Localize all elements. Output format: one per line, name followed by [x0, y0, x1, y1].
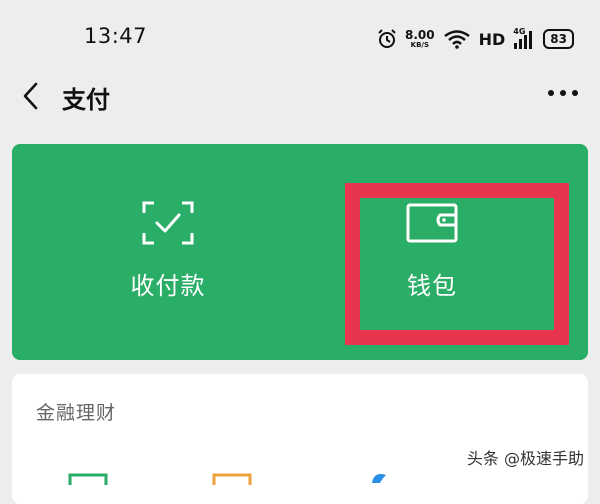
- collect-payment-label: 收付款: [130, 272, 206, 300]
- net-speed-value: 8.00: [405, 28, 435, 42]
- watermark: 头条 @极速手助: [462, 443, 588, 471]
- status-icons: 8.00 KB/S HD 4G 83: [377, 24, 574, 54]
- status-time: 13:47: [84, 24, 148, 48]
- back-button[interactable]: [16, 78, 46, 114]
- more-dot: [548, 90, 554, 96]
- alarm-icon: [377, 29, 397, 49]
- signal-icon: 4G: [513, 27, 535, 49]
- back-arrow-icon: [23, 82, 38, 110]
- net-speed-unit: KB/S: [410, 41, 429, 49]
- more-dot: [560, 90, 566, 96]
- wallet-highlight-box: [345, 183, 569, 345]
- pay-card: 收付款 钱包: [12, 144, 588, 360]
- collect-payment-button[interactable]: 收付款: [58, 144, 278, 360]
- finance-item-icon[interactable]: [212, 470, 252, 489]
- more-dot: [572, 90, 578, 96]
- battery-indicator: 83: [543, 29, 574, 49]
- hd-label: HD: [478, 29, 506, 49]
- page-title: 支付: [62, 86, 110, 114]
- net-speed: 8.00 KB/S: [405, 29, 435, 49]
- network-type: 4G: [513, 27, 526, 36]
- finance-card: 金融理财: [12, 374, 588, 504]
- nav-header: 支付: [0, 72, 600, 122]
- wifi-icon: [443, 29, 471, 49]
- scan-check-icon: [142, 200, 194, 246]
- finance-item-icon[interactable]: [352, 468, 392, 487]
- finance-section-title: 金融理财: [36, 402, 117, 424]
- status-bar: 13:47 8.00 KB/S HD 4G 83: [0, 0, 600, 72]
- finance-item-icon[interactable]: [68, 470, 108, 489]
- more-icon[interactable]: [548, 90, 578, 96]
